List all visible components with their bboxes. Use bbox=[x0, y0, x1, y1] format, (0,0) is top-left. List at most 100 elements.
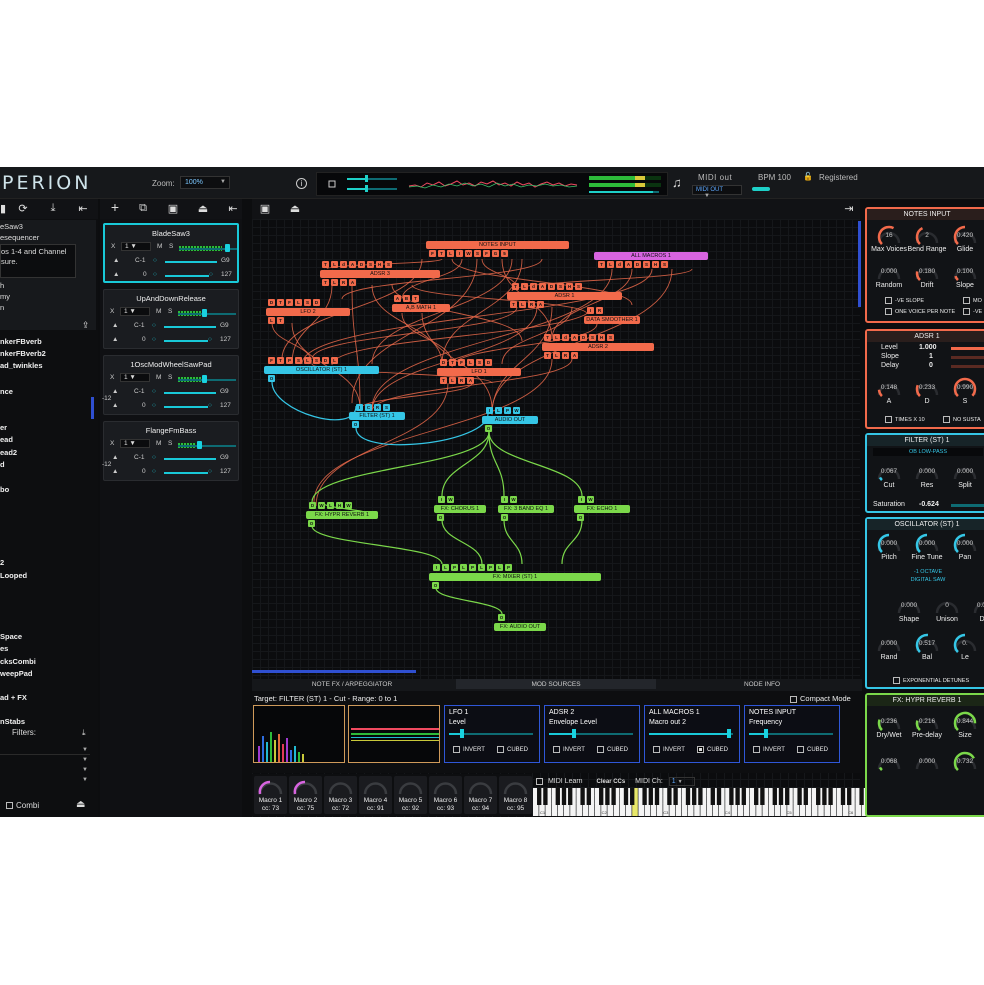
note-low[interactable]: C-1 bbox=[134, 388, 144, 395]
node-adsr3[interactable]: ADSR 3 bbox=[320, 270, 440, 278]
node-port[interactable]: P bbox=[469, 564, 476, 571]
node-port[interactable]: W bbox=[513, 407, 520, 414]
knob[interactable]: 0.180 Drift bbox=[907, 259, 947, 295]
node-port[interactable]: I bbox=[501, 496, 508, 503]
preset-item[interactable]: 2 bbox=[0, 558, 4, 567]
node-port[interactable]: T bbox=[277, 317, 284, 324]
node-port[interactable]: L bbox=[495, 407, 502, 414]
cubed-checkbox[interactable] bbox=[497, 746, 504, 753]
channel-select[interactable]: 1 ▼ bbox=[120, 307, 150, 316]
velocity-range-slider[interactable] bbox=[164, 340, 208, 342]
collapse-left-icon[interactable]: ⇤ bbox=[76, 202, 90, 215]
note-high[interactable]: G9 bbox=[220, 322, 229, 329]
broom-icon[interactable]: ⏏ bbox=[196, 202, 210, 215]
node-port[interactable]: T bbox=[512, 283, 519, 290]
preset-item[interactable]: weepPad bbox=[0, 669, 33, 678]
node-port[interactable]: R bbox=[562, 352, 569, 359]
eq-out-port[interactable]: O bbox=[501, 514, 508, 521]
note-low[interactable]: C-1 bbox=[134, 322, 144, 329]
node-port[interactable]: d bbox=[340, 261, 347, 268]
node-adsr2[interactable]: ADSR 2 bbox=[542, 343, 654, 351]
preset-item[interactable]: nce bbox=[0, 387, 13, 396]
node-port[interactable]: F bbox=[429, 250, 436, 257]
node-port[interactable]: L bbox=[331, 279, 338, 286]
node-port[interactable]: A bbox=[571, 334, 578, 341]
node-port[interactable]: L bbox=[268, 317, 275, 324]
knob[interactable]: 0.000 Random bbox=[869, 259, 909, 295]
mute-button[interactable]: M bbox=[156, 374, 161, 381]
circle-icon[interactable]: ○ bbox=[152, 322, 156, 329]
broom-icon[interactable]: ⏏ bbox=[76, 799, 85, 810]
filter-out-port[interactable]: O bbox=[352, 421, 359, 428]
chevron-down-icon[interactable]: ▼ bbox=[82, 767, 88, 773]
node-port[interactable]: L bbox=[295, 299, 302, 306]
invert-checkbox[interactable] bbox=[753, 746, 760, 753]
macro-knob[interactable]: Macro 2 cc: 75 bbox=[289, 776, 322, 814]
preset-item[interactable]: ad_twinkles bbox=[0, 361, 43, 370]
velocity-low[interactable]: 0 bbox=[143, 271, 147, 278]
node-port[interactable]: D bbox=[580, 334, 587, 341]
layer-volume-knob[interactable] bbox=[202, 375, 207, 383]
node-port[interactable]: H bbox=[376, 261, 383, 268]
delay-value[interactable]: 0 bbox=[929, 362, 933, 369]
knob[interactable]: 0.990 S bbox=[945, 375, 984, 411]
layer-volume-track[interactable] bbox=[178, 445, 236, 447]
node-port[interactable]: I bbox=[587, 307, 594, 314]
preset-item[interactable]: es bbox=[0, 644, 8, 653]
note-high[interactable]: G9 bbox=[220, 454, 229, 461]
solo-button[interactable]: S bbox=[168, 308, 172, 315]
node-port[interactable]: A bbox=[539, 283, 546, 290]
knob[interactable]: 0. Le bbox=[945, 631, 984, 667]
invert-toggle[interactable]: INVERT bbox=[753, 746, 785, 753]
node-port[interactable]: F bbox=[483, 250, 490, 257]
node-port[interactable]: T bbox=[440, 377, 447, 384]
mod-amount-knob[interactable] bbox=[727, 729, 731, 738]
node-port[interactable]: S bbox=[607, 334, 614, 341]
node-port[interactable]: P bbox=[451, 564, 458, 571]
octave-up-icon[interactable]: ▲ bbox=[113, 257, 119, 264]
solo-button[interactable]: S bbox=[169, 243, 173, 250]
mod-source-card[interactable]: NOTES INPUT Frequency INVERT CUBED bbox=[744, 705, 840, 763]
node-lfo1[interactable]: LFO 1 bbox=[437, 368, 521, 376]
note-range-slider[interactable] bbox=[164, 458, 216, 460]
channel-select[interactable]: 1 ▼ bbox=[121, 242, 151, 251]
node-port[interactable]: W bbox=[318, 502, 325, 509]
node-port[interactable]: W bbox=[465, 250, 472, 257]
node-port[interactable]: I bbox=[578, 496, 585, 503]
combi-toggle[interactable]: Combi bbox=[6, 801, 39, 810]
tab-mod-sources[interactable]: MOD SOURCES bbox=[456, 679, 656, 689]
knob[interactable]: 0.148 A bbox=[869, 375, 909, 411]
knob[interactable]: 0.000 bbox=[907, 749, 947, 785]
layer-name[interactable]: FlangeFmBass bbox=[104, 426, 238, 435]
compact-mode-checkbox[interactable] bbox=[790, 695, 797, 703]
node-port[interactable]: P bbox=[505, 564, 512, 571]
velocity-high[interactable]: 127 bbox=[220, 402, 231, 409]
desc-textbox[interactable]: os 1-4 and Channel sure. bbox=[0, 244, 76, 278]
node-port[interactable]: S bbox=[557, 283, 564, 290]
layer-name[interactable]: BladeSaw3 bbox=[105, 229, 237, 238]
remove-layer-icon[interactable]: X bbox=[111, 243, 115, 250]
opt-one-voice[interactable]: ONE VOICE PER NOTE bbox=[885, 308, 955, 315]
node-port[interactable]: A bbox=[467, 377, 474, 384]
velocity-range-slider[interactable] bbox=[164, 406, 208, 408]
invert-checkbox[interactable] bbox=[553, 746, 560, 753]
node-port[interactable]: A bbox=[394, 295, 401, 302]
velocity-low[interactable]: 0 bbox=[142, 468, 146, 475]
preset-item[interactable]: nStabs bbox=[0, 717, 25, 726]
node-port[interactable]: L bbox=[519, 301, 526, 308]
compact-mode-toggle[interactable]: Compact Mode bbox=[790, 694, 851, 703]
note-low[interactable]: C-1 bbox=[134, 454, 144, 461]
node-port[interactable]: L bbox=[607, 261, 614, 268]
knob[interactable]: 0.000 Rand bbox=[869, 631, 909, 667]
expand-right-icon[interactable]: ⇥ bbox=[842, 202, 856, 215]
channel-select[interactable]: 1 ▼ bbox=[120, 373, 150, 382]
octave-down-icon[interactable]: ▲ bbox=[112, 402, 118, 409]
node-port[interactable]: T bbox=[322, 261, 329, 268]
node-audio-out[interactable]: AUDIO OUT bbox=[482, 416, 538, 424]
node-port[interactable]: T bbox=[322, 279, 329, 286]
echo-out-port[interactable]: O bbox=[577, 514, 584, 521]
zoom-select[interactable]: 100% ▼ bbox=[180, 176, 230, 189]
slope-slider[interactable] bbox=[951, 356, 984, 359]
velocity-low[interactable]: 0 bbox=[142, 336, 146, 343]
node-port[interactable]: I bbox=[486, 407, 493, 414]
